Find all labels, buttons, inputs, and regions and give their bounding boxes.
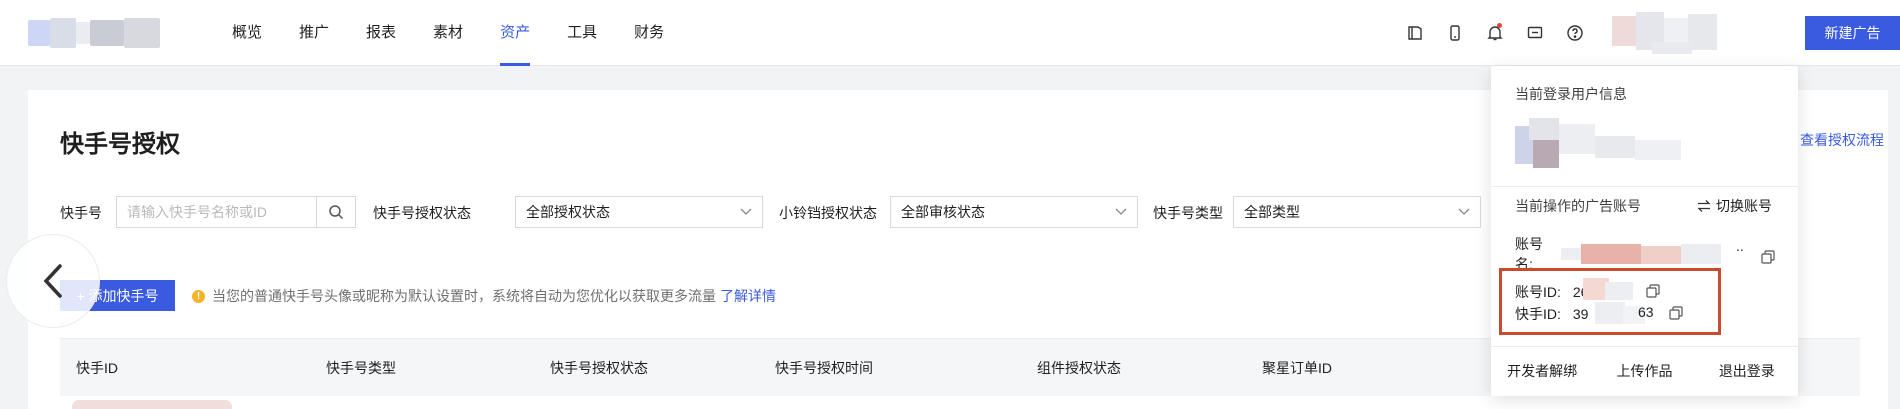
- bell-status-select[interactable]: 全部审核状态: [890, 196, 1138, 228]
- book-icon[interactable]: [1395, 21, 1435, 45]
- type-select[interactable]: 全部类型: [1233, 196, 1481, 228]
- column-header: 快手号类型: [326, 360, 396, 376]
- column-header: 快手号授权状态: [550, 360, 648, 376]
- table-row: [72, 400, 232, 409]
- brand-logo[interactable]: [28, 18, 160, 48]
- upload-works-link[interactable]: 上传作品: [1593, 346, 1695, 396]
- highlight-annotation-box: [1499, 268, 1721, 335]
- developer-unbind-link[interactable]: 开发者解绑: [1491, 346, 1593, 396]
- nav-assets[interactable]: 资产: [500, 0, 531, 66]
- top-navigation-bar: 概览 推广 报表 素材 资产 工具 财务 新建广告: [0, 0, 1900, 66]
- switch-icon: [1697, 200, 1711, 212]
- default-avatar-tip: ! 当您的普通快手号头像或昵称为默认设置时，系统将自动为您优化以获取更多流量 了…: [192, 286, 776, 306]
- column-header: 快手ID: [76, 360, 118, 376]
- header-tools: [1395, 21, 1595, 45]
- bell-icon[interactable]: [1475, 21, 1515, 45]
- learn-more-link[interactable]: 了解详情: [720, 286, 776, 306]
- nav-overview[interactable]: 概览: [232, 0, 262, 66]
- type-filter-label: 快手号类型: [1153, 205, 1223, 221]
- account-search-input[interactable]: [116, 196, 318, 228]
- chevron-left-icon: [43, 264, 62, 298]
- search-button[interactable]: [316, 196, 356, 228]
- auth-status-value: 全部授权状态: [526, 204, 610, 220]
- new-ad-button[interactable]: 新建广告: [1805, 16, 1900, 50]
- column-header: 聚星订单ID: [1262, 360, 1332, 376]
- warning-icon: !: [192, 289, 205, 303]
- mobile-icon[interactable]: [1435, 21, 1475, 45]
- account-filter-label: 快手号: [60, 205, 102, 221]
- nav-finance[interactable]: 财务: [634, 0, 664, 66]
- panel-actions: 开发者解绑 上传作品 退出登录: [1491, 346, 1798, 396]
- page-title: 快手号授权: [60, 131, 180, 158]
- notification-dot: [1497, 23, 1502, 28]
- help-icon[interactable]: [1555, 21, 1595, 45]
- search-icon: [329, 205, 344, 220]
- logout-link[interactable]: 退出登录: [1696, 346, 1798, 396]
- tip-text: 当您的普通快手号头像或昵称为默认设置时，系统将自动为您优化以获取更多流量: [212, 288, 716, 304]
- switch-account-label: 切换账号: [1716, 198, 1772, 214]
- bell-status-value: 全部审核状态: [901, 204, 985, 220]
- type-value: 全部类型: [1244, 204, 1300, 220]
- bell-status-filter-label: 小铃铛授权状态: [779, 205, 877, 221]
- chevron-down-icon: [1115, 208, 1127, 215]
- column-header: 快手号授权时间: [775, 360, 873, 376]
- nav-reports[interactable]: 报表: [366, 0, 396, 66]
- switch-account-button[interactable]: 切换账号: [1697, 196, 1772, 216]
- chevron-down-icon: [740, 208, 752, 215]
- user-dropdown-panel: 当前登录用户信息 当前操作的广告账号 切换账号 账号名: .. 账号ID:26: [1491, 66, 1798, 396]
- current-account-title: 当前操作的广告账号: [1515, 198, 1641, 214]
- copy-icon[interactable]: [1761, 250, 1777, 266]
- user-avatar[interactable]: [1612, 12, 1717, 54]
- panel-divider: [1491, 186, 1798, 187]
- account-name-ellipsis: ..: [1736, 238, 1744, 254]
- auth-status-filter-label: 快手号授权状态: [373, 205, 471, 221]
- nav-materials[interactable]: 素材: [433, 0, 463, 66]
- chevron-down-icon: [1458, 208, 1470, 215]
- view-auth-flow-link[interactable]: 查看授权流程: [1800, 130, 1884, 150]
- current-user-title: 当前登录用户信息: [1515, 86, 1627, 102]
- column-header: 组件授权状态: [1037, 360, 1121, 376]
- nav-tools[interactable]: 工具: [567, 0, 597, 66]
- auth-status-select[interactable]: 全部授权状态: [515, 196, 763, 228]
- account-name-value: [1561, 244, 1721, 264]
- back-button[interactable]: [6, 234, 100, 328]
- message-icon[interactable]: [1515, 21, 1555, 45]
- current-user-info: [1515, 118, 1705, 170]
- nav-promotion[interactable]: 推广: [299, 0, 329, 66]
- main-nav: 概览 推广 报表 素材 资产 工具 财务: [232, 0, 701, 66]
